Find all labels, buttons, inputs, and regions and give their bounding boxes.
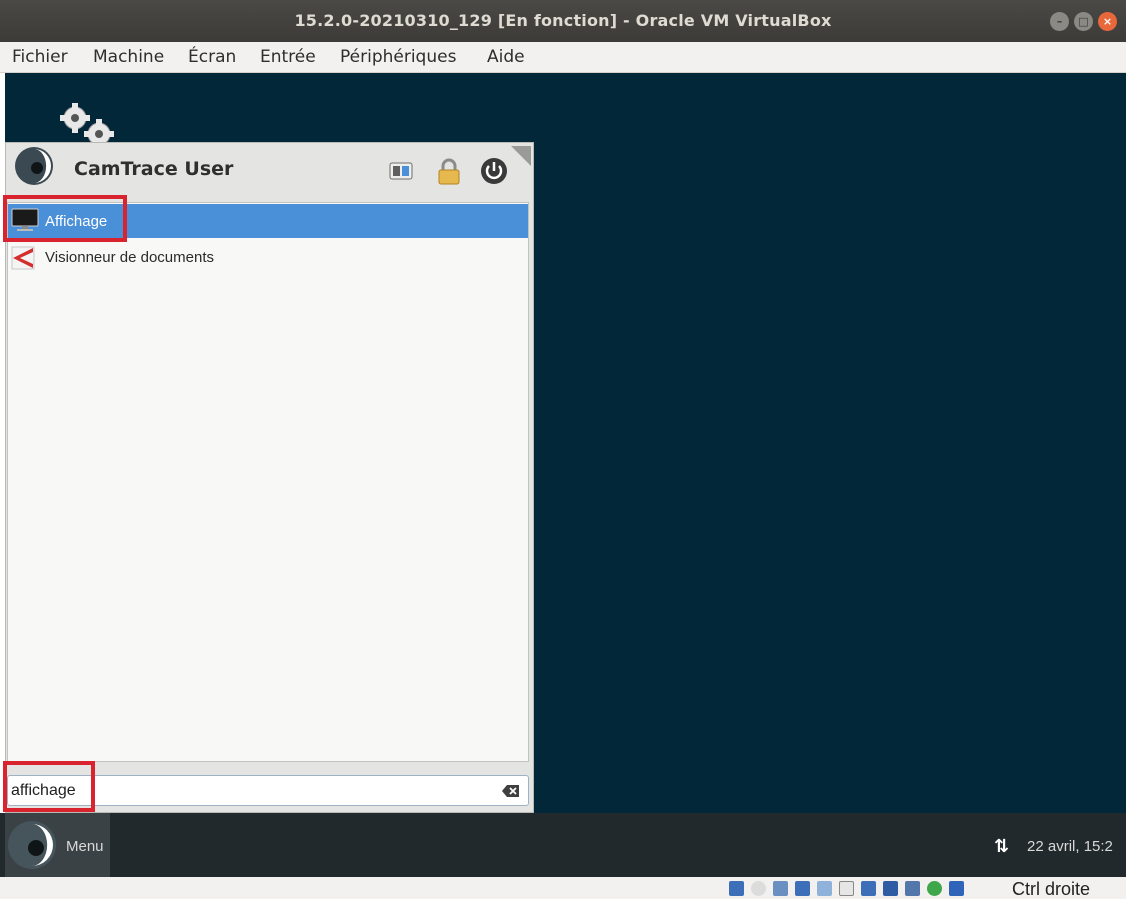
backspace-icon[interactable]	[502, 784, 520, 798]
menu-aide[interactable]: Aide	[487, 47, 525, 67]
keyboard-capture-icon[interactable]	[949, 881, 964, 896]
window-titlebar: 15.2.0-20210310_129 [En fonction] - Orac…	[0, 0, 1126, 42]
user-avatar-icon	[15, 147, 53, 185]
result-affichage[interactable]: Affichage	[8, 204, 528, 238]
host-key-label: Ctrl droite	[1012, 879, 1091, 899]
network-status-icon[interactable]: ⇅	[994, 836, 1009, 857]
result-label: Visionneur de documents	[45, 249, 214, 266]
close-icon[interactable]: ×	[1098, 12, 1117, 31]
window-title: 15.2.0-20210310_129 [En fonction] - Orac…	[294, 11, 832, 30]
resize-corner-icon[interactable]	[511, 146, 531, 166]
search-input[interactable]	[11, 780, 481, 802]
mouse-integration-icon[interactable]	[927, 881, 942, 896]
network-icon[interactable]	[795, 881, 810, 896]
monitor-icon	[11, 208, 39, 231]
power-icon[interactable]	[479, 156, 509, 186]
search-field[interactable]	[7, 775, 529, 806]
shared-folders-icon[interactable]	[839, 881, 854, 896]
menu-entree[interactable]: Entrée	[260, 47, 316, 67]
menu-peripheriques[interactable]: Périphériques	[340, 47, 456, 67]
audio-icon[interactable]	[773, 881, 788, 896]
lock-icon[interactable]	[434, 156, 464, 186]
maximize-icon[interactable]: □	[1074, 12, 1093, 31]
usb-icon[interactable]	[817, 881, 832, 896]
result-visionneur[interactable]: Visionneur de documents	[8, 240, 528, 274]
menu-label[interactable]: Menu	[66, 838, 104, 855]
minimize-icon[interactable]: –	[1050, 12, 1069, 31]
settings-icon[interactable]	[386, 156, 416, 186]
menu-logo-icon[interactable]	[7, 820, 57, 870]
user-name: CamTrace User	[74, 158, 234, 180]
document-viewer-icon	[11, 246, 35, 270]
result-label: Affichage	[45, 213, 108, 230]
menu-machine[interactable]: Machine	[93, 47, 164, 67]
cpu-icon[interactable]	[905, 881, 920, 896]
menu-ecran[interactable]: Écran	[188, 47, 236, 67]
guest-panel	[0, 813, 1126, 877]
search-results-list	[7, 202, 529, 762]
menubar: Fichier Machine Écran Entrée Périphériqu…	[0, 42, 1126, 73]
display-icon[interactable]	[861, 881, 876, 896]
recording-icon[interactable]	[883, 881, 898, 896]
clock[interactable]: 22 avril, 15:2	[1027, 838, 1113, 855]
hard-disk-icon[interactable]	[729, 881, 744, 896]
optical-drive-icon[interactable]	[751, 881, 766, 896]
menu-fichier[interactable]: Fichier	[12, 47, 68, 67]
